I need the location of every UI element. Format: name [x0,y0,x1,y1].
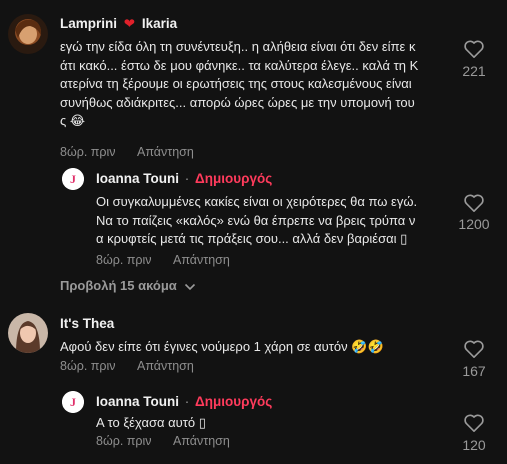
comment-line: άτι κακό... έστω δε μου φάνηκε.. τα καλύ… [60,57,419,73]
creator-badge: Δημιουργός [195,394,273,409]
comment-line: Να το παίζεις «καλός» ενώ θα έπρεπε να β… [96,212,416,228]
comment-time: 8ώρ. πριν [60,359,116,373]
comment-text: Οι συγκαλυμμένες κακίες είναι οι χειρότε… [96,193,456,249]
svg-text:J: J [70,172,76,186]
separator-dot: · [184,171,190,186]
comment-meta: 8ώρ. πριν Απάντηση [60,145,194,159]
heart-outline-icon[interactable] [463,39,485,59]
creator-badge: Δημιουργός [195,171,273,186]
like-button[interactable] [463,339,485,364]
avatar[interactable] [8,313,48,353]
author-name[interactable]: It's Thea [60,316,114,331]
author-name[interactable]: Lamprini [60,16,117,31]
comment-text: Α το ξέχασα αυτό ▯ [96,414,456,433]
like-button[interactable] [463,39,485,64]
comment-time: 8ώρ. πριν [60,145,116,159]
heart-outline-icon[interactable] [463,193,485,213]
chevron-down-icon [184,279,196,294]
comment-meta: 8ώρ. πριν Απάντηση [96,434,230,448]
comment-meta: 8ώρ. πριν Απάντηση [60,359,194,373]
avatar[interactable]: J [62,168,84,190]
like-count: 120 [462,437,486,453]
comment-text: εγώ την είδα όλη τη συνέντευξη.. η αλήθε… [60,38,455,131]
like-count: 1200 [458,216,490,232]
comment-line: ς 😂 [60,113,86,128]
comment-author[interactable]: Lamprini ❤ Ikaria [60,16,177,32]
heart-emoji-icon: ❤ [123,16,136,31]
like-count: 221 [462,63,486,79]
comment-meta: 8ώρ. πριν Απάντηση [96,253,230,267]
comment-line: Α το ξέχασα αυτό ▯ [96,415,206,430]
comment-text: Αφού δεν είπε ότι έγινες νούμερο 1 χάρη … [60,338,455,357]
svg-text:J: J [70,395,76,409]
view-more-label: Προβολή 15 ακόμα [60,278,177,293]
comment-author[interactable]: It's Thea [60,316,114,331]
reply-button[interactable]: Απάντηση [137,359,194,373]
comment-line: εγώ την είδα όλη τη συνέντευξη.. η αλήθε… [60,39,416,54]
reply-button[interactable]: Απάντηση [173,434,230,448]
reply-button[interactable]: Απάντηση [173,253,230,267]
comment-line: Αφού δεν είπε ότι έγινες νούμερο 1 χάρη … [60,339,384,354]
view-more-replies-button[interactable]: Προβολή 15 ακόμα [60,278,196,294]
comment-time: 8ώρ. πριν [96,434,152,448]
comment-line: ατερίνα τη ξέρουμε οι ερωτήσεις της στου… [60,76,412,91]
avatar[interactable]: J [62,391,84,413]
comment-line: Οι συγκαλυμμένες κακίες είναι οι χειρότε… [96,194,418,209]
comment-line: συνήθως αδιάκριτες... απορώ ώρες ώρες με… [60,94,415,110]
reply-button[interactable]: Απάντηση [137,145,194,159]
separator-dot: · [184,394,190,409]
like-count: 167 [462,363,486,379]
like-button[interactable] [463,193,485,218]
comment-time: 8ώρ. πριν [96,253,152,267]
comment-line: α κρυφτείς μετά τις πράξεις σου... αλλά … [96,231,408,246]
author-name[interactable]: Ioanna Touni [96,394,179,409]
heart-outline-icon[interactable] [463,339,485,359]
comment-author[interactable]: Ioanna Touni · Δημιουργός [96,171,272,186]
comment-author[interactable]: Ioanna Touni · Δημιουργός [96,394,272,409]
author-name-suffix: Ikaria [141,16,178,31]
heart-outline-icon[interactable] [463,413,485,433]
avatar[interactable] [8,14,48,54]
author-name[interactable]: Ioanna Touni [96,171,179,186]
like-button[interactable] [463,413,485,438]
